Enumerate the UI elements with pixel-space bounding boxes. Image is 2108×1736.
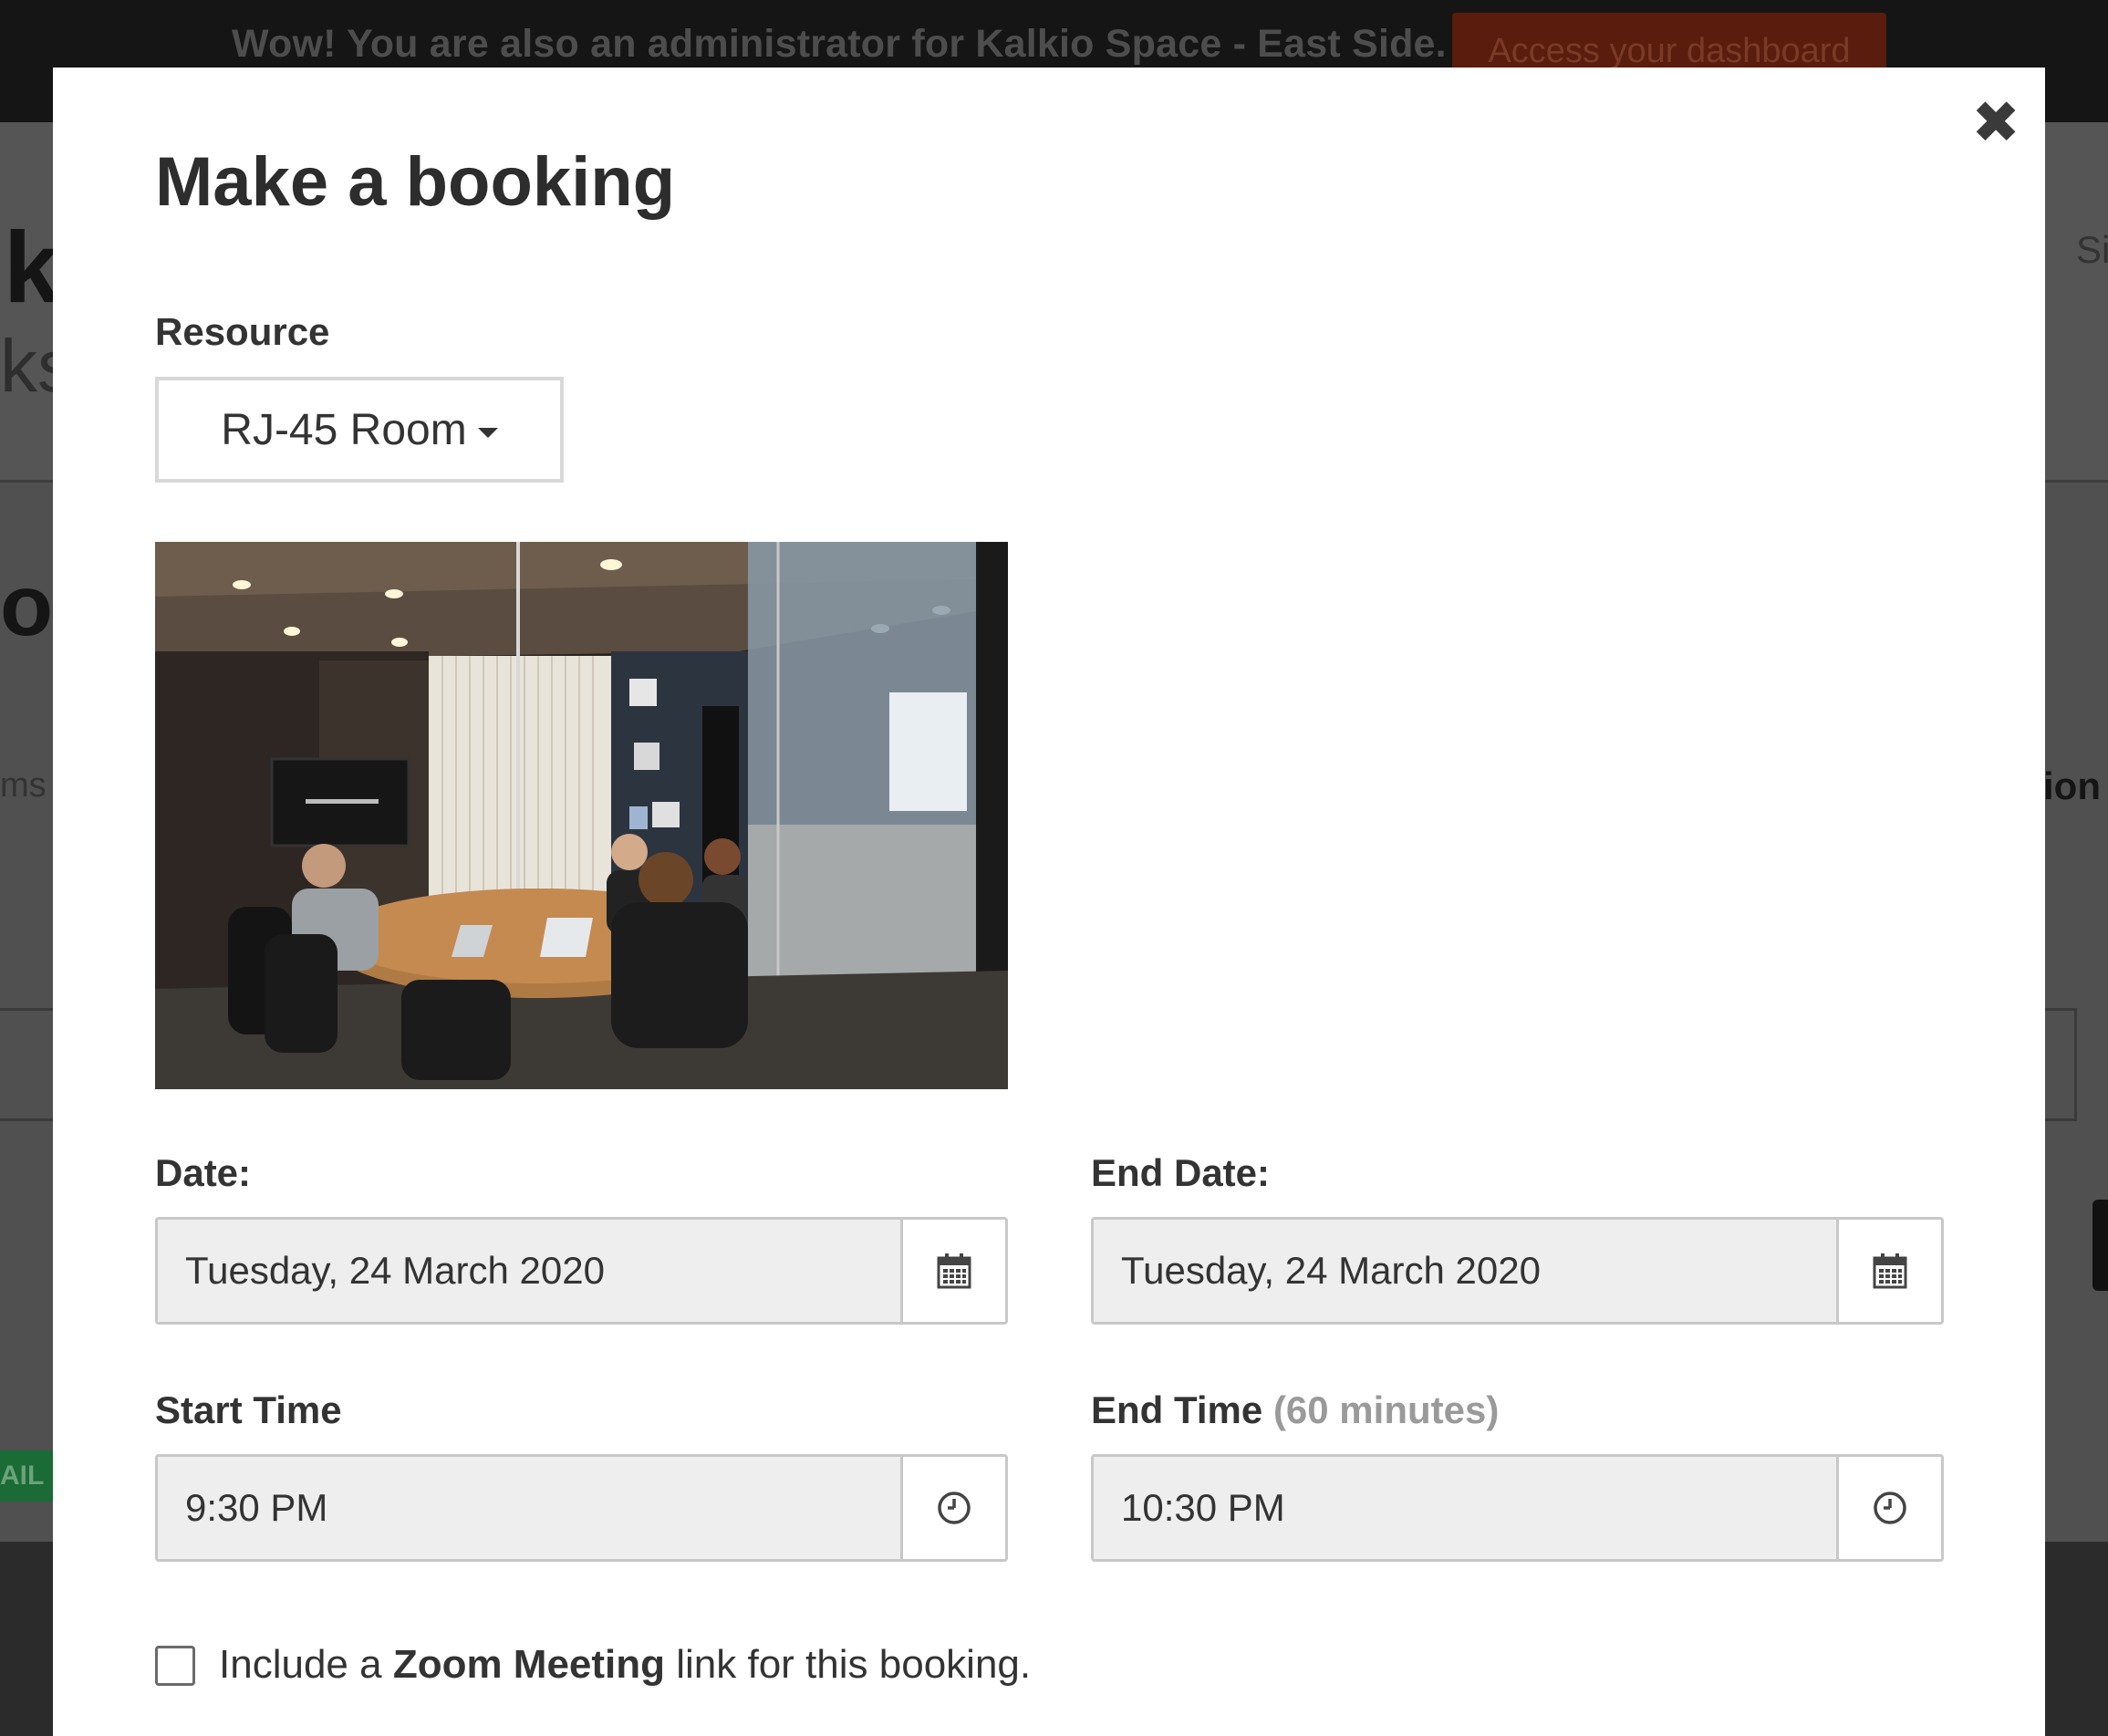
clock-icon[interactable]	[903, 1457, 1005, 1559]
start-time-input[interactable]: 9:30 PM	[158, 1457, 903, 1559]
end-time-input[interactable]: 10:30 PM	[1094, 1457, 1839, 1559]
calendar-icon[interactable]	[1839, 1220, 1941, 1322]
date-label: Date:	[155, 1151, 252, 1194]
close-icon[interactable]: ✖	[1970, 93, 2021, 151]
date-field[interactable]: Tuesday, 24 March 2020	[155, 1217, 1008, 1325]
end-time-label: End Time (60 minutes)	[1091, 1388, 1499, 1432]
date-input[interactable]: Tuesday, 24 March 2020	[158, 1220, 903, 1322]
end-time-field[interactable]: 10:30 PM	[1091, 1454, 1944, 1562]
background-heading-fragment: o	[0, 557, 54, 654]
end-time-label-text: End Time	[1091, 1388, 1263, 1431]
background-nav-fragment: Si	[2076, 228, 2108, 271]
zoom-label-prefix: Include a	[219, 1642, 393, 1687]
resource-selected-value: RJ-45 Room	[221, 405, 467, 454]
background-tab-fragment: ms	[0, 766, 47, 805]
zoom-meeting-label[interactable]: Include a Zoom Meeting link for this boo…	[219, 1642, 1031, 1688]
modal-title: Make a booking	[155, 143, 676, 221]
background-input-fragment-right	[2043, 1008, 2077, 1121]
background-status-badge: AIL	[0, 1450, 53, 1502]
end-date-input[interactable]: Tuesday, 24 March 2020	[1094, 1220, 1839, 1322]
duration-hint: (60 minutes)	[1272, 1388, 1500, 1431]
calendar-icon[interactable]	[903, 1220, 1005, 1322]
zoom-label-suffix: link for this booking.	[665, 1642, 1032, 1687]
background-tab-fragment-right: ion	[2043, 764, 2101, 807]
start-time-field[interactable]: 9:30 PM	[155, 1454, 1008, 1562]
resource-label: Resource	[155, 310, 330, 353]
admin-banner-message: Wow! You are also an administrator for K…	[232, 22, 1447, 66]
caret-down-icon	[477, 427, 498, 438]
background-logo-fragment: k	[4, 212, 60, 324]
zoom-meeting-checkbox[interactable]	[155, 1646, 195, 1686]
room-photo	[155, 542, 1008, 1089]
background-button-fragment	[2092, 1200, 2108, 1291]
end-date-label: End Date:	[1091, 1151, 1271, 1194]
start-time-label: Start Time	[155, 1388, 342, 1431]
clock-icon[interactable]	[1839, 1457, 1941, 1559]
zoom-label-bold: Zoom Meeting	[392, 1642, 666, 1687]
resource-dropdown[interactable]: RJ-45 Room	[155, 377, 564, 483]
end-date-field[interactable]: Tuesday, 24 March 2020	[1091, 1217, 1944, 1325]
background-input-fragment	[0, 1008, 56, 1121]
